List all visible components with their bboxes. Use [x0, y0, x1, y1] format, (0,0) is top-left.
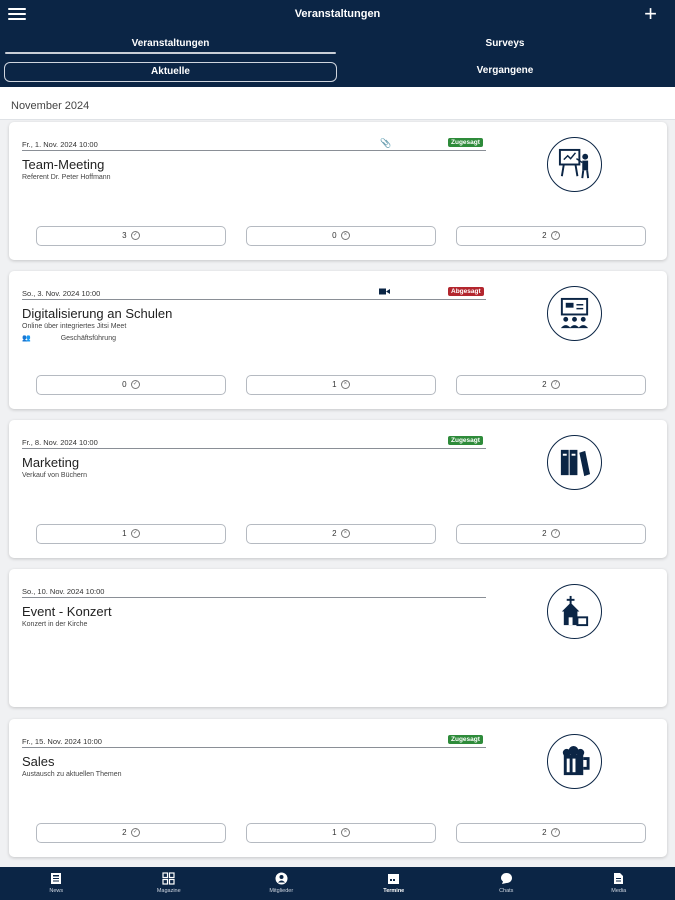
pending-count-button[interactable]: 2 ? [456, 226, 646, 246]
event-date: So., 3. Nov. 2024 10:00 [22, 289, 101, 298]
church-icon [547, 584, 602, 639]
declined-count-button[interactable]: 0 × [246, 226, 436, 246]
tab-surveys[interactable]: Surveys [340, 36, 670, 56]
event-subtitle: Verkauf von Büchern [22, 472, 87, 479]
top-bar: Veranstaltungen + Veranstaltungen Survey… [0, 0, 675, 87]
nav-label: Mitglieder [269, 888, 294, 894]
newspaper-icon [50, 873, 61, 884]
question-circle-icon: ? [550, 828, 560, 838]
nav-label: News [49, 888, 64, 894]
nav-termine[interactable]: Termine [338, 867, 451, 900]
event-title: Sales [22, 754, 55, 769]
event-title: Event - Konzert [22, 604, 112, 619]
divider [22, 597, 486, 598]
nav-label: Media [611, 888, 627, 894]
status-badge: Abgesagt [448, 287, 484, 296]
nav-label: Magazine [156, 888, 181, 894]
event-group: 👥 Geschäftsführung [22, 334, 116, 342]
nav-label: Termine [383, 888, 405, 894]
chat-icon [500, 873, 512, 884]
pending-count-button[interactable]: 2 ? [456, 375, 646, 395]
event-card-team-meeting[interactable]: Fr., 1. Nov. 2024 10:00 📎 Zugesagt Team-… [9, 122, 667, 260]
check-circle-icon: ✓ [130, 529, 140, 539]
grid-icon [162, 872, 175, 885]
nav-mitglieder[interactable]: Mitglieder [225, 867, 338, 900]
divider [22, 747, 486, 748]
event-card-marketing[interactable]: Fr., 8. Nov. 2024 10:00 Zugesagt Marketi… [9, 420, 667, 558]
event-date: Fr., 8. Nov. 2024 10:00 [22, 438, 98, 447]
tab-label: Surveys [485, 38, 525, 49]
declined-count-button[interactable]: 1 × [246, 823, 436, 843]
calendar-icon [388, 874, 400, 884]
question-circle-icon: ? [550, 231, 560, 241]
check-circle-icon: ✓ [130, 231, 140, 241]
status-badge: Zugesagt [448, 138, 483, 147]
event-card-konzert[interactable]: So., 10. Nov. 2024 10:00 Event - Konzert… [9, 569, 667, 707]
paperclip-icon: 📎 [380, 138, 392, 148]
accepted-count-button[interactable]: 2 ✓ [36, 823, 226, 843]
classroom-icon [547, 286, 602, 341]
presentation-icon [547, 137, 602, 192]
person-icon [275, 872, 288, 885]
x-circle-icon: × [340, 529, 350, 539]
event-subtitle: Konzert in der Kirche [22, 621, 88, 628]
accepted-count-button[interactable]: 0 ✓ [36, 375, 226, 395]
event-title: Digitalisierung an Schulen [22, 306, 173, 321]
accepted-count-button[interactable]: 3 ✓ [36, 226, 226, 246]
group-icon: 👥 [22, 335, 31, 342]
segment-aktuelle[interactable]: Aktuelle [4, 62, 337, 82]
x-circle-icon: × [340, 828, 350, 838]
status-badge: Zugesagt [448, 436, 483, 445]
question-circle-icon: ? [550, 529, 560, 539]
x-circle-icon: × [340, 380, 350, 390]
tab-label: Veranstaltungen [131, 38, 210, 49]
event-date: Fr., 15. Nov. 2024 10:00 [22, 737, 102, 746]
pending-count-button[interactable]: 2 ? [456, 524, 646, 544]
declined-count-button[interactable]: 2 × [246, 524, 436, 544]
divider [22, 448, 486, 449]
event-card-digitalisierung[interactable]: So., 3. Nov. 2024 10:00 Abgesagt Digital… [9, 271, 667, 409]
event-date: Fr., 1. Nov. 2024 10:00 [22, 140, 98, 149]
tab-underline [5, 52, 336, 54]
declined-count-button[interactable]: 1 × [246, 375, 436, 395]
event-title: Team-Meeting [22, 157, 105, 172]
event-subtitle: Referent Dr. Peter Hoffmann [22, 174, 111, 181]
check-circle-icon: ✓ [130, 828, 140, 838]
books-icon [547, 435, 602, 490]
bottom-navigation: News Magazine Mitglieder Termine Chats M… [0, 867, 675, 900]
accepted-count-button[interactable]: 1 ✓ [36, 524, 226, 544]
nav-media[interactable]: Media [563, 867, 675, 900]
beer-mug-icon [547, 734, 602, 789]
nav-magazine[interactable]: Magazine [113, 867, 226, 900]
x-circle-icon: × [340, 231, 350, 241]
page-title: Veranstaltungen [294, 8, 381, 20]
divider [22, 299, 486, 300]
event-subtitle: Online über integriertes Jitsi Meet [22, 323, 127, 330]
department-label: Geschäftsführung [60, 335, 116, 342]
event-card-sales[interactable]: Fr., 15. Nov. 2024 10:00 Zugesagt Sales … [9, 719, 667, 857]
event-title: Marketing [22, 455, 80, 470]
status-badge: Zugesagt [448, 735, 483, 744]
nav-news[interactable]: News [0, 867, 113, 900]
tab-veranstaltungen[interactable]: Veranstaltungen [5, 36, 336, 56]
check-circle-icon: ✓ [130, 380, 140, 390]
segment-vergangene[interactable]: Vergangene [340, 62, 670, 82]
divider [22, 150, 486, 151]
document-icon [614, 873, 624, 884]
month-header: November 2024 [0, 87, 675, 120]
video-camera-icon [379, 288, 390, 295]
nav-chats[interactable]: Chats [450, 867, 563, 900]
event-subtitle: Austausch zu aktuellen Themen [22, 771, 122, 778]
question-circle-icon: ? [550, 380, 560, 390]
event-date: So., 10. Nov. 2024 10:00 [22, 587, 105, 596]
nav-label: Chats [499, 888, 514, 894]
pending-count-button[interactable]: 2 ? [456, 823, 646, 843]
add-event-button[interactable]: + [644, 2, 657, 26]
